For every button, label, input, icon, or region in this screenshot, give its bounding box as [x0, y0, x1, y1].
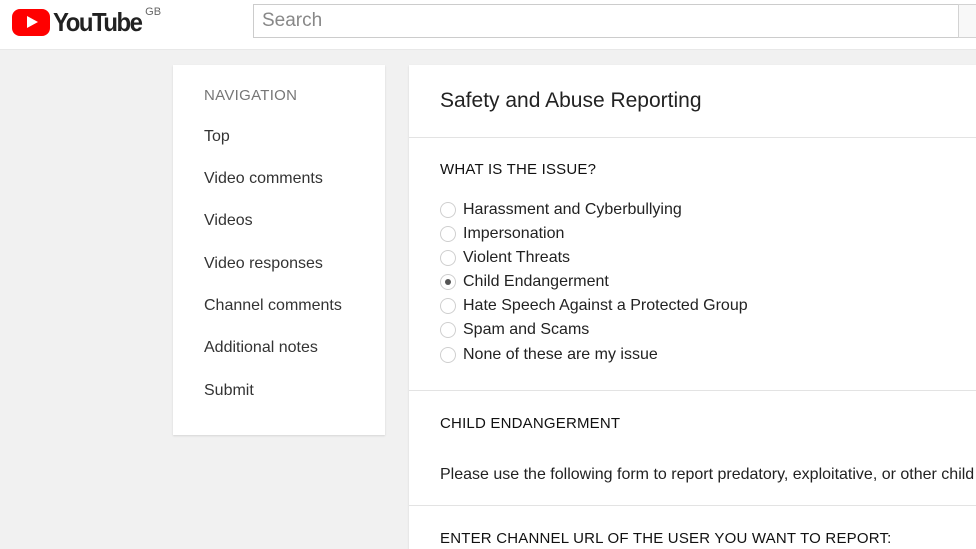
child-endangerment-description: Please use the following form to report … — [440, 466, 976, 483]
divider — [409, 390, 976, 391]
radio-button[interactable] — [440, 322, 456, 338]
navigation-sidebar: NAVIGATION Top Video comments Videos Vid… — [173, 65, 385, 435]
option-label: Spam and Scams — [463, 321, 590, 338]
nav-item-channel-comments[interactable]: Channel comments — [204, 297, 342, 315]
navigation-heading: NAVIGATION — [204, 87, 298, 104]
nav-item-additional-notes[interactable]: Additional notes — [204, 339, 318, 357]
option-label: Violent Threats — [463, 249, 571, 266]
option-spam-and-scams[interactable]: Spam and Scams — [440, 319, 589, 341]
divider — [409, 137, 976, 138]
radio-button-selected[interactable] — [440, 274, 456, 290]
region-label: GB — [145, 6, 162, 18]
page-title: Safety and Abuse Reporting — [440, 89, 702, 112]
option-hate-speech[interactable]: Hate Speech Against a Protected Group — [440, 295, 748, 317]
nav-item-video-responses[interactable]: Video responses — [204, 255, 323, 273]
option-label: Hate Speech Against a Protected Group — [463, 297, 748, 314]
logo-text: YouTube — [53, 7, 143, 37]
nav-item-video-comments[interactable]: Video comments — [204, 170, 323, 188]
nav-item-videos[interactable]: Videos — [204, 212, 253, 230]
option-harassment[interactable]: Harassment and Cyberbullying — [440, 199, 682, 221]
radio-button[interactable] — [440, 298, 456, 314]
divider — [409, 505, 976, 506]
channel-url-heading: ENTER CHANNEL URL OF THE USER YOU WANT T… — [440, 530, 892, 547]
child-endangerment-heading: CHILD ENDANGERMENT — [440, 415, 621, 432]
radio-button[interactable] — [440, 202, 456, 218]
option-none[interactable]: None of these are my issue — [440, 344, 658, 366]
option-label: Impersonation — [463, 225, 565, 242]
youtube-play-icon — [12, 9, 50, 36]
radio-button[interactable] — [440, 250, 456, 266]
nav-item-top[interactable]: Top — [204, 128, 230, 146]
option-label: None of these are my issue — [463, 346, 658, 363]
report-form: Safety and Abuse Reporting WHAT IS THE I… — [409, 65, 976, 549]
youtube-logo[interactable]: YouTube GB — [12, 6, 162, 38]
option-label: Harassment and Cyberbullying — [463, 201, 682, 218]
search-button[interactable] — [958, 4, 976, 38]
nav-item-submit[interactable]: Submit — [204, 382, 254, 400]
option-child-endangerment[interactable]: Child Endangerment — [440, 271, 609, 293]
issue-heading: WHAT IS THE ISSUE? — [440, 161, 597, 178]
option-violent-threats[interactable]: Violent Threats — [440, 247, 570, 269]
option-impersonation[interactable]: Impersonation — [440, 223, 564, 245]
option-label: Child Endangerment — [463, 273, 609, 290]
radio-button[interactable] — [440, 347, 456, 363]
radio-button[interactable] — [440, 226, 456, 242]
search-input[interactable] — [253, 4, 959, 38]
masthead: YouTube GB — [0, 0, 976, 50]
